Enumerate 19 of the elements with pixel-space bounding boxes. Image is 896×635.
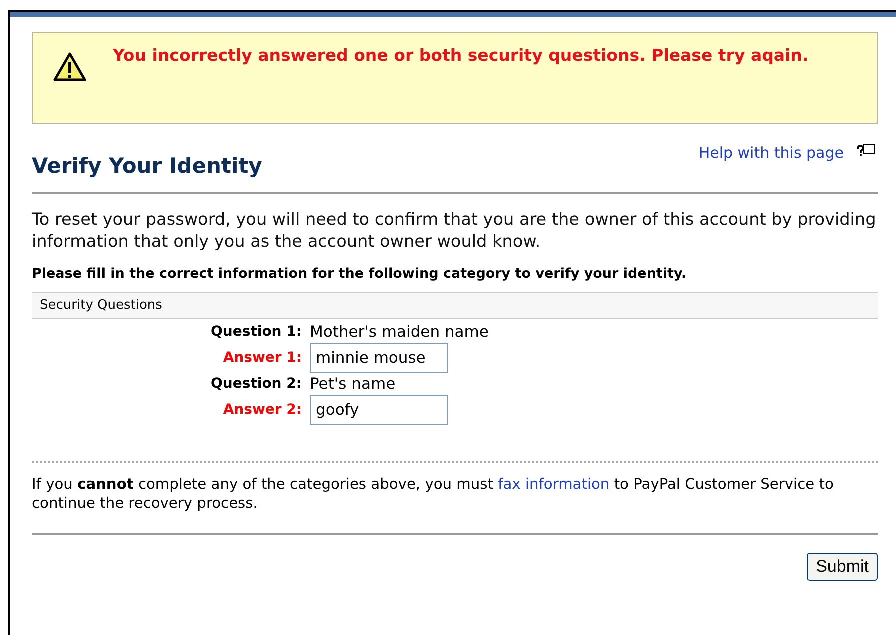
help-link[interactable]: Help with this page bbox=[698, 144, 844, 162]
section-header: Security Questions bbox=[32, 292, 878, 319]
help-icon[interactable] bbox=[856, 144, 876, 158]
error-message: You incorrectly answered one or both security questions. Please try aqain. bbox=[113, 46, 809, 66]
footer-text: If you cannot complete any of the categories above, you must fax information to PayPal Customer Service to continue the recovery process. bbox=[32, 475, 835, 513]
fax-link[interactable]: fax information bbox=[498, 476, 610, 493]
warning-icon bbox=[53, 52, 87, 82]
answer-label: Answer 2: bbox=[223, 402, 302, 418]
question-text: Pet's name bbox=[310, 375, 397, 393]
answer-field[interactable]: minnie mouse bbox=[310, 343, 448, 373]
question-label: Question 1: bbox=[211, 324, 302, 340]
answer-label: Answer 1: bbox=[223, 350, 302, 366]
intro-text: To reset your password, you will need to confirm that you are the owner of this account by providing information that only you as the account owner would know. bbox=[32, 208, 878, 252]
question-label: Question 2: bbox=[211, 376, 302, 392]
instruction-text: Please fill in the correct information for the following category to verify your identity. bbox=[32, 266, 688, 282]
question-text: Mother's maiden name bbox=[310, 323, 490, 341]
answer-field[interactable]: goofy bbox=[310, 395, 448, 425]
submit-button[interactable]: Submit bbox=[807, 553, 878, 581]
page-title: Verify Your Identity bbox=[32, 154, 262, 178]
